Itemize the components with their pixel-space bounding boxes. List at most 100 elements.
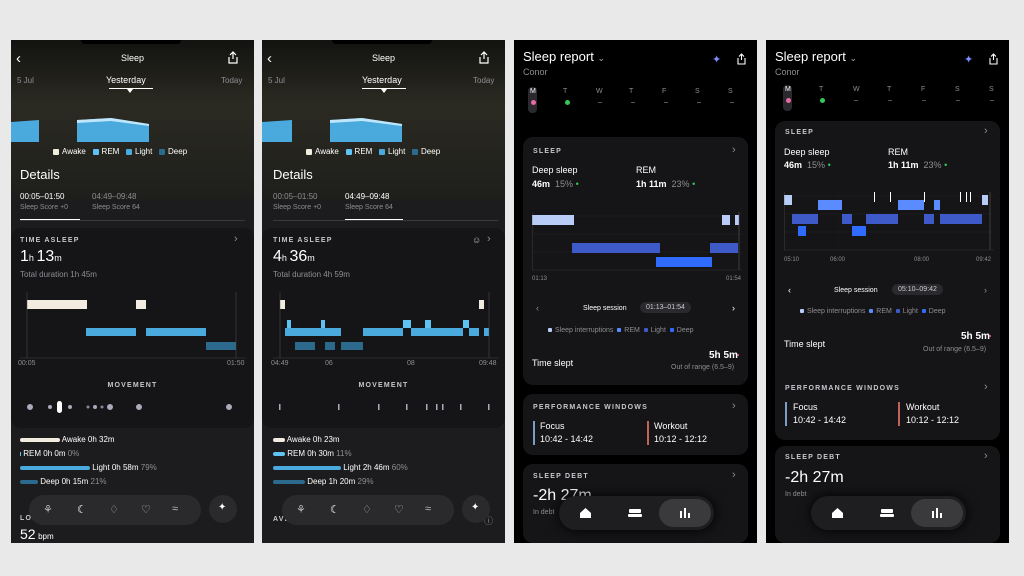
sprout-icon[interactable]: ⚘ bbox=[296, 503, 306, 516]
bar-chart-icon bbox=[932, 508, 942, 518]
session-tab-2[interactable]: 04:49–09:48 Sleep Score 64 bbox=[345, 192, 393, 211]
waves-icon[interactable]: ≈ bbox=[425, 503, 431, 515]
next-session-icon[interactable]: › bbox=[732, 303, 735, 313]
chevron-right-icon[interactable]: › bbox=[732, 469, 736, 481]
movement-ticks bbox=[279, 404, 490, 410]
home-icon[interactable] bbox=[579, 507, 592, 519]
current-date[interactable]: Yesterday bbox=[362, 75, 402, 85]
chevron-right-icon[interactable]: › bbox=[732, 400, 736, 412]
prev-date[interactable]: 5 Jul bbox=[268, 76, 285, 85]
share-icon[interactable] bbox=[227, 51, 239, 64]
day-w[interactable]: W bbox=[596, 88, 603, 95]
sparkle-button[interactable]: ✦ bbox=[462, 495, 490, 523]
time-slept-label: Time slept bbox=[784, 339, 826, 349]
tab-divider bbox=[273, 220, 498, 221]
bed-icon[interactable] bbox=[880, 508, 894, 518]
moon-icon[interactable]: ☾ bbox=[330, 503, 340, 516]
sparkle-icon[interactable]: ✦ bbox=[964, 53, 973, 66]
nav-active-pill[interactable] bbox=[659, 499, 711, 527]
session-time-pill[interactable]: 01:13–01:54 bbox=[640, 302, 691, 313]
day-t[interactable]: T bbox=[563, 88, 567, 95]
drop-icon[interactable]: ♢ bbox=[109, 503, 119, 516]
workout-label: Workout bbox=[654, 421, 688, 431]
sparkle-button[interactable]: ✦ bbox=[209, 495, 237, 523]
bed-icon[interactable] bbox=[628, 508, 642, 518]
day-status-dash bbox=[990, 100, 994, 101]
day-f[interactable]: F bbox=[921, 86, 925, 93]
legend: Awake REM Light Deep bbox=[53, 147, 187, 156]
day-s2[interactable]: S bbox=[728, 88, 733, 95]
axis-tick-0800: 08:00 bbox=[914, 257, 930, 263]
day-t2[interactable]: T bbox=[629, 88, 633, 95]
prev-session-icon[interactable]: ‹ bbox=[788, 285, 791, 295]
share-icon[interactable] bbox=[478, 51, 490, 64]
report-title[interactable]: Sleep report ⌄ bbox=[775, 49, 857, 64]
chevron-right-icon[interactable]: › bbox=[984, 450, 988, 462]
day-status-dash bbox=[854, 100, 858, 101]
focus-time: 10:42 - 14:42 bbox=[793, 415, 847, 425]
sprout-icon[interactable]: ⚘ bbox=[43, 503, 53, 516]
chevron-down-icon: ⌄ bbox=[849, 53, 857, 63]
sparkle-icon[interactable]: ✦ bbox=[712, 53, 721, 66]
prev-session-icon[interactable]: ‹ bbox=[536, 303, 539, 313]
next-session-icon[interactable]: › bbox=[984, 285, 987, 295]
heart-icon[interactable]: ♡ bbox=[394, 503, 404, 516]
day-w[interactable]: W bbox=[853, 86, 860, 93]
day-m[interactable]: M bbox=[785, 86, 791, 93]
day-f[interactable]: F bbox=[662, 88, 666, 95]
chevron-right-icon[interactable]: › bbox=[984, 381, 988, 393]
prev-date[interactable]: 5 Jul bbox=[17, 76, 34, 85]
waves-icon[interactable]: ≈ bbox=[172, 503, 178, 515]
phone-screen-2: ‹ Sleep 5 Jul Yesterday Today Awake REM … bbox=[262, 40, 505, 543]
deep-sleep-label: Deep sleep bbox=[784, 147, 830, 157]
share-icon[interactable] bbox=[736, 53, 747, 65]
phone-screen-4: Sleep report ⌄ Conor ✦ M T W T F S S SLE… bbox=[766, 40, 1009, 543]
time-slept-value: 5h 5m bbox=[709, 350, 738, 361]
chevron-right-icon[interactable]: › bbox=[984, 125, 988, 137]
sleep-debt-sub: In debt bbox=[533, 509, 555, 516]
session-label: Sleep session bbox=[834, 287, 878, 294]
session-tab-2[interactable]: 04:49–09:48 Sleep Score 64 bbox=[92, 192, 140, 211]
day-s[interactable]: S bbox=[955, 86, 960, 93]
range-text: Out of range (6.5–9) bbox=[671, 364, 735, 371]
current-date[interactable]: Yesterday bbox=[106, 75, 146, 85]
range-text: Out of range (6.5–9) bbox=[923, 346, 987, 353]
next-date[interactable]: Today bbox=[473, 76, 494, 85]
day-m[interactable]: M bbox=[530, 88, 536, 95]
day-status-dash bbox=[631, 102, 635, 103]
axis-start: 04:49 bbox=[271, 360, 289, 367]
nav-active-pill[interactable] bbox=[911, 499, 963, 527]
rem-stat: 1h 11m 23% • bbox=[636, 179, 696, 189]
day-s2[interactable]: S bbox=[989, 86, 994, 93]
sleep-label: SLEEP bbox=[533, 148, 562, 155]
chevron-right-icon[interactable]: › bbox=[234, 233, 238, 245]
heart-icon[interactable]: ♡ bbox=[141, 503, 151, 516]
sleep-debt-value: -2h 27m bbox=[785, 469, 844, 486]
user-name: Conor bbox=[523, 67, 548, 77]
stage-breakdown: Awake 0h 23m REM 0h 30m 11% Light 2h 46m… bbox=[273, 435, 408, 491]
day-t[interactable]: T bbox=[819, 86, 823, 93]
day-s[interactable]: S bbox=[695, 88, 700, 95]
moon-icon[interactable]: ☾ bbox=[77, 503, 87, 516]
hypnogram-legend: Sleep interruptions REM Light Deep bbox=[548, 327, 694, 334]
bottom-nav bbox=[559, 496, 714, 530]
info-face-icon[interactable]: ☺ bbox=[472, 235, 481, 245]
day-status-dash bbox=[956, 100, 960, 101]
time-asleep-label: TIME ASLEEP bbox=[20, 237, 80, 244]
share-icon[interactable] bbox=[988, 53, 999, 65]
next-date[interactable]: Today bbox=[221, 76, 242, 85]
chevron-right-icon[interactable]: › bbox=[732, 144, 736, 156]
report-title[interactable]: Sleep report ⌄ bbox=[523, 49, 605, 64]
drop-icon[interactable]: ♢ bbox=[362, 503, 372, 516]
session-tab-1[interactable]: 00:05–01:50 Sleep Score +0 bbox=[273, 192, 321, 211]
sleep-debt-sub: In debt bbox=[785, 491, 807, 498]
workout-label: Workout bbox=[906, 402, 940, 412]
home-icon[interactable] bbox=[831, 507, 844, 519]
deep-sleep-stat: 46m 15% • bbox=[784, 160, 831, 170]
session-tab-1[interactable]: 00:05–01:50 Sleep Score +0 bbox=[20, 192, 68, 211]
day-status-dash bbox=[697, 102, 701, 103]
chevron-right-icon[interactable]: › bbox=[487, 233, 491, 245]
time-asleep-value: 4h 36m bbox=[273, 248, 315, 265]
day-t2[interactable]: T bbox=[887, 86, 891, 93]
session-time-pill[interactable]: 05:10–09:42 bbox=[892, 284, 943, 295]
